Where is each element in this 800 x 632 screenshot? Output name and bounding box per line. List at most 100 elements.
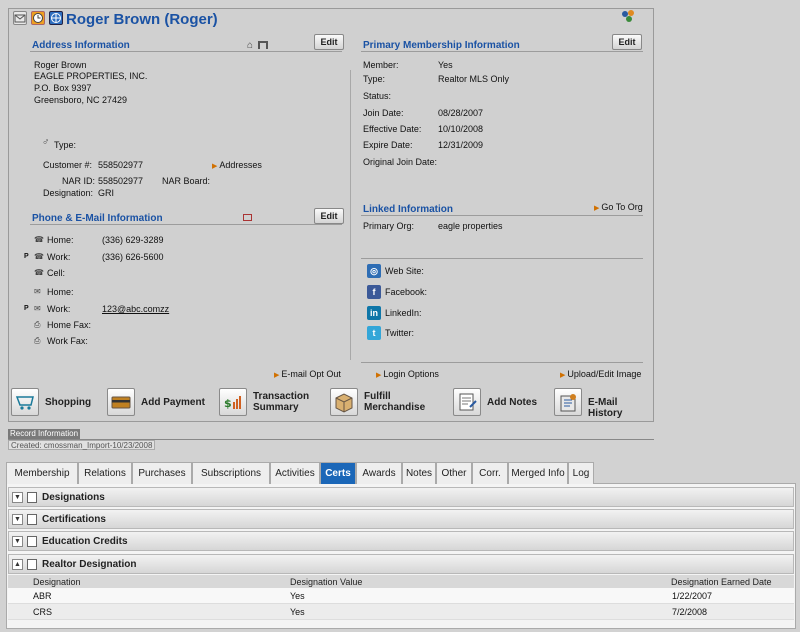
- membership-label: Effective Date:: [363, 124, 422, 134]
- type-label: Type:: [54, 140, 77, 150]
- svg-text:$: $: [224, 397, 232, 410]
- record-created: Created: cmossman_Import-10/23/2008: [8, 440, 156, 450]
- email-history-icon: [554, 388, 582, 416]
- box-icon: [330, 388, 358, 416]
- record-info-label: Record Information: [8, 429, 81, 439]
- twitter-icon[interactable]: t: [367, 326, 381, 340]
- notes-icon: [453, 388, 481, 416]
- fulfill-merchandise-label: Fulfill Merchandise: [364, 391, 426, 413]
- cell-designation: ABR: [33, 591, 52, 601]
- phone-value: (336) 626-5600: [102, 252, 164, 262]
- no-mail-icon[interactable]: [243, 214, 252, 221]
- tab-purchases[interactable]: Purchases: [132, 462, 192, 484]
- phone-icon: ☎: [34, 252, 44, 261]
- social-label: Web Site:: [385, 266, 424, 276]
- goto-org-link[interactable]: ▶ Go To Org: [594, 202, 643, 212]
- tab-other[interactable]: Other: [436, 462, 472, 484]
- col-header-designation[interactable]: Designation: [33, 577, 81, 587]
- phone-label: Home Fax:: [47, 320, 92, 330]
- email-link[interactable]: 123@abc.comzz: [102, 304, 169, 314]
- primary-marker: P: [24, 305, 29, 312]
- mail-icon: ✉: [34, 287, 41, 296]
- group-row[interactable]: ▼ Education Credits: [8, 531, 794, 551]
- customer-label: Customer #:: [43, 160, 93, 170]
- globe-icon[interactable]: [49, 11, 63, 25]
- globe-icon[interactable]: ◎: [367, 264, 381, 278]
- home-icon[interactable]: ⌂: [247, 40, 253, 51]
- add-payment-button[interactable]: Add Payment: [107, 388, 213, 416]
- arrow-right-icon: ▶: [560, 372, 566, 379]
- tab-activities[interactable]: Activities: [270, 462, 320, 484]
- tab-notes[interactable]: Notes: [402, 462, 436, 484]
- phone-icon: ☎: [34, 235, 44, 244]
- tab-awards[interactable]: Awards: [356, 462, 402, 484]
- addresses-link[interactable]: ▶ Addresses: [212, 160, 262, 170]
- person-type-icon: ♂: [42, 137, 50, 148]
- expand-icon[interactable]: ▼: [12, 492, 23, 503]
- expand-icon[interactable]: ▼: [12, 536, 23, 547]
- phone-edit-button[interactable]: Edit: [314, 208, 344, 224]
- primary-org-value: eagle properties: [438, 221, 503, 231]
- mail-icon[interactable]: [13, 11, 27, 25]
- tab-log[interactable]: Log: [568, 462, 594, 484]
- email-optout-link[interactable]: ▶ E-mail Opt Out: [274, 369, 341, 379]
- add-payment-label: Add Payment: [141, 397, 205, 408]
- membership-value: Realtor MLS Only: [438, 74, 510, 84]
- customer-value: 558502977: [98, 160, 144, 170]
- nar-id-value: 558502977: [98, 176, 144, 186]
- phone-label: Work:: [47, 304, 71, 314]
- social-label: LinkedIn:: [385, 308, 422, 318]
- membership-edit-button[interactable]: Edit: [612, 34, 642, 50]
- tab-certs[interactable]: Certs: [320, 462, 356, 484]
- tab-membership[interactable]: Membership: [6, 462, 78, 484]
- col-header-designation-value[interactable]: Designation Value: [290, 577, 362, 587]
- add-notes-button[interactable]: Add Notes: [453, 388, 543, 416]
- transaction-summary-label: Transaction Summary: [253, 391, 310, 413]
- col-header-earned-date[interactable]: Designation Earned Date: [671, 577, 772, 587]
- membership-label: Original Join Date:: [363, 157, 438, 167]
- email-history-button[interactable]: E-Mail History: [554, 388, 652, 419]
- phone-label: Work:: [47, 252, 71, 262]
- upload-image-link[interactable]: ▶ Upload/Edit Image: [560, 369, 641, 379]
- tab-subscriptions[interactable]: Subscriptions: [192, 462, 270, 484]
- login-options-link[interactable]: ▶ Login Options: [376, 369, 439, 379]
- building-icon[interactable]: [258, 41, 268, 49]
- phone-label: Cell:: [47, 268, 66, 278]
- social-label: Twitter:: [385, 328, 415, 338]
- fulfill-merchandise-button[interactable]: Fulfill Merchandise: [330, 388, 440, 416]
- transaction-summary-button[interactable]: $ Transaction Summary: [219, 388, 325, 416]
- group-label: Designations: [42, 492, 105, 503]
- facebook-icon[interactable]: f: [367, 285, 381, 299]
- group-row[interactable]: ▼ Designations: [8, 487, 794, 507]
- collapse-icon[interactable]: ▲: [12, 559, 23, 570]
- membership-label: Member:: [363, 60, 399, 70]
- people-icon[interactable]: [620, 9, 636, 23]
- email-history-label: E-Mail History: [588, 397, 623, 419]
- page-title: Roger Brown (Roger): [66, 11, 218, 28]
- linked-divider: [361, 215, 643, 216]
- address-line: Greensboro, NC 27429: [34, 95, 128, 105]
- membership-label: Type:: [363, 74, 386, 84]
- shopping-button[interactable]: Shopping: [11, 388, 101, 416]
- credit-card-icon: [107, 388, 135, 416]
- membership-divider: [361, 51, 643, 52]
- group-row[interactable]: ▼ Certifications: [8, 509, 794, 529]
- membership-value: 08/28/2007: [438, 108, 484, 118]
- arrow-right-icon: ▶: [376, 372, 382, 379]
- membership-section-title: Primary Membership Information: [363, 40, 520, 51]
- clock-icon[interactable]: [31, 11, 45, 25]
- address-edit-button[interactable]: Edit: [314, 34, 344, 50]
- upload-image-label: Upload/Edit Image: [567, 369, 642, 379]
- primary-org-label: Primary Org:: [363, 221, 415, 231]
- group-row[interactable]: ▲ Realtor Designation: [8, 554, 794, 574]
- document-icon: [27, 514, 37, 525]
- linkedin-icon[interactable]: in: [367, 306, 381, 320]
- social-divider: [361, 258, 643, 259]
- designation-label: Designation:: [43, 188, 94, 198]
- cell-designation-value: Yes: [290, 591, 305, 601]
- expand-icon[interactable]: ▼: [12, 514, 23, 525]
- nar-board-label: NAR Board:: [162, 176, 211, 186]
- tab-merged-info[interactable]: Merged Info: [508, 462, 568, 484]
- tab-corr[interactable]: Corr.: [472, 462, 508, 484]
- tab-relations[interactable]: Relations: [78, 462, 132, 484]
